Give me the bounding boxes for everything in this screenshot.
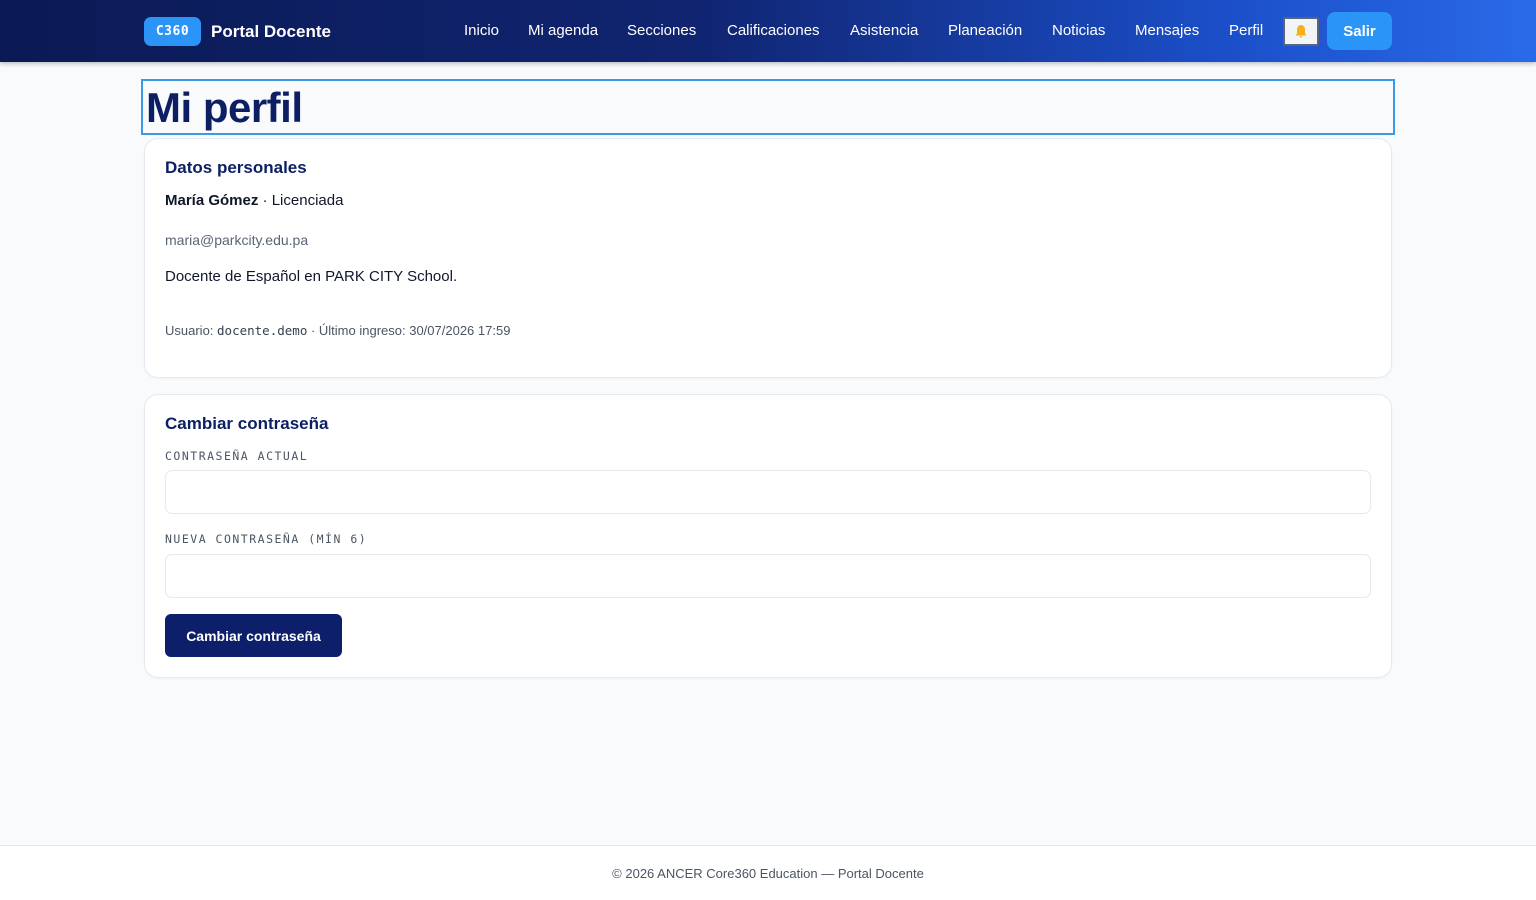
current-password-label: CONTRASEÑA ACTUAL [165, 449, 309, 463]
teacher-bio: Docente de Español en PARK CITY School. [165, 268, 458, 285]
username-label: Usuario: [165, 323, 218, 338]
bell-icon [1295, 25, 1307, 38]
teacher-name-line: María Gómez · Licenciada [165, 192, 343, 209]
teacher-degree: Licenciada [271, 192, 344, 209]
change-password-card: Cambiar contraseña CONTRASEÑA ACTUAL NUE… [144, 394, 1392, 678]
last-login-value: 30/07/2026 17:59 [409, 323, 511, 338]
personal-data-card: Datos personales María Gómez · Licenciad… [144, 138, 1392, 378]
nav-link-asistencia[interactable]: Asistencia [850, 22, 918, 39]
account-meta: Usuario: docente.demo · Último ingreso: … [165, 323, 510, 338]
nav-link-calificaciones[interactable]: Calificaciones [727, 22, 820, 39]
nav-link-inicio[interactable]: Inicio [464, 22, 499, 39]
nav-link-perfil[interactable]: Perfil [1229, 22, 1263, 39]
nav-link-planeacion[interactable]: Planeación [948, 22, 1022, 39]
change-password-heading: Cambiar contraseña [165, 414, 329, 433]
name-separator: · [258, 192, 272, 209]
nav-link-mi-agenda[interactable]: Mi agenda [528, 22, 598, 39]
top-navigation-bar: C360 Portal Docente Inicio Mi agenda Sec… [0, 0, 1536, 62]
notifications-button[interactable] [1283, 17, 1319, 46]
new-password-input[interactable] [165, 554, 1371, 598]
nav-link-noticias[interactable]: Noticias [1052, 22, 1105, 39]
footer-copyright: © 2026 ANCER Core360 Education — Portal … [612, 866, 924, 881]
nav-link-mensajes[interactable]: Mensajes [1135, 22, 1199, 39]
current-password-input[interactable] [165, 470, 1371, 514]
nav-link-secciones[interactable]: Secciones [627, 22, 696, 39]
footer: © 2026 ANCER Core360 Education — Portal … [0, 845, 1536, 900]
username-value: docente.demo [217, 323, 308, 338]
logout-button[interactable]: Salir [1327, 12, 1392, 50]
page-title-container: Mi perfil [141, 79, 1395, 135]
personal-data-heading: Datos personales [165, 158, 307, 177]
new-password-label: NUEVA CONTRASEÑA (MÍN 6) [165, 532, 368, 546]
teacher-email: maria@parkcity.edu.pa [165, 232, 309, 248]
last-login-label: · Último ingreso: [307, 323, 410, 338]
page-title: Mi perfil [146, 84, 303, 131]
teacher-name: María Gómez [165, 192, 259, 209]
change-password-button[interactable]: Cambiar contraseña [165, 614, 342, 657]
